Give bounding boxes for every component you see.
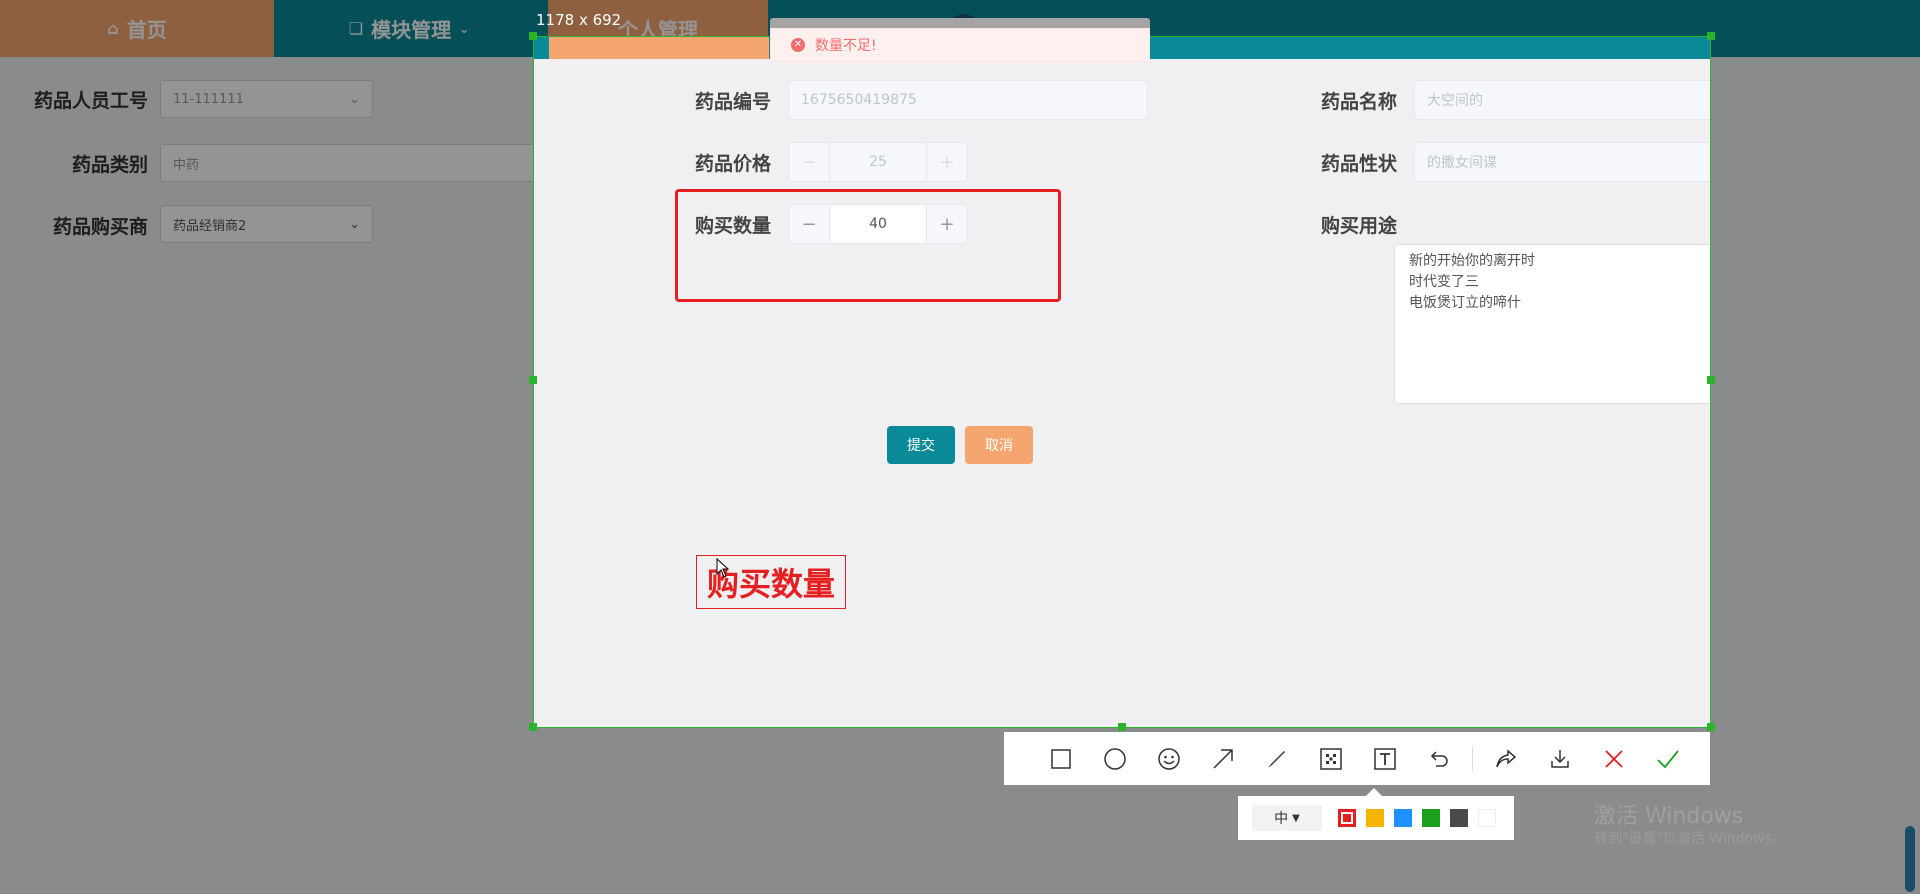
purpose-line: 时代变了三 — [1409, 274, 1479, 290]
price-stepper[interactable]: − 25 + — [788, 142, 968, 182]
close-icon[interactable] — [1587, 732, 1641, 785]
cancel-button[interactable]: 取消 — [965, 426, 1033, 464]
caret-down-icon: ▼ — [1292, 812, 1300, 824]
resize-handle[interactable] — [1707, 32, 1715, 40]
mosaic-icon[interactable] — [1304, 732, 1358, 785]
rectangle-icon[interactable] — [1034, 732, 1088, 785]
confirm-icon[interactable] — [1641, 732, 1695, 785]
code-label: 药品编号 — [695, 91, 772, 113]
color-swatch-white[interactable] — [1478, 809, 1496, 827]
text-style-bar: 中 ▼ — [1238, 788, 1514, 840]
color-swatch-green[interactable] — [1422, 809, 1440, 827]
scroll-indicator — [1905, 826, 1915, 892]
error-message-text: 数量不足! — [815, 38, 877, 54]
purpose-line: 新的开始你的离开时 — [1409, 253, 1535, 269]
name-label: 药品名称 — [1321, 91, 1398, 113]
resize-handle[interactable] — [529, 723, 537, 731]
resize-handle[interactable] — [529, 32, 537, 40]
ellipse-icon[interactable] — [1088, 732, 1142, 785]
resize-handle[interactable] — [529, 376, 537, 384]
mouse-cursor-icon — [716, 558, 730, 578]
purpose-label: 购买用途 — [1321, 215, 1398, 237]
nature-input[interactable]: 的撒女间谍 — [1414, 142, 1710, 182]
pen-icon[interactable] — [1250, 732, 1304, 785]
color-swatch-blue[interactable] — [1394, 809, 1412, 827]
emoji-icon[interactable] — [1142, 732, 1196, 785]
plus-icon[interactable]: + — [927, 143, 967, 181]
resize-handle[interactable] — [1707, 376, 1715, 384]
capture-size-label: 1178 x 692 — [536, 11, 622, 29]
share-icon[interactable] — [1479, 732, 1533, 785]
toolbar-divider — [1472, 746, 1473, 771]
error-icon: ✕ — [791, 38, 805, 52]
nature-value: 的撒女间谍 — [1427, 155, 1497, 171]
text-icon[interactable] — [1358, 732, 1412, 785]
code-input[interactable]: 1675650419875 — [788, 80, 1148, 120]
annotation-rectangle[interactable] — [675, 189, 1061, 302]
font-size-select[interactable]: 中 ▼ — [1252, 805, 1322, 831]
activation-watermark-sub: 转到"设置"以激活 Windows。 — [1594, 831, 1786, 847]
submit-button[interactable]: 提交 — [887, 426, 955, 464]
color-swatch-red[interactable] — [1338, 809, 1356, 827]
download-icon[interactable] — [1533, 732, 1587, 785]
name-value: 大空间的 — [1427, 93, 1483, 109]
activation-watermark: 激活 Windows — [1594, 804, 1744, 829]
arrow-icon[interactable] — [1196, 732, 1250, 785]
error-message: ✕ 数量不足! — [770, 28, 1150, 62]
minus-icon[interactable]: − — [789, 143, 829, 181]
nature-label: 药品性状 — [1321, 153, 1398, 175]
name-input[interactable]: 大空间的 — [1414, 80, 1710, 120]
purpose-line: 电饭煲订立的啼什 — [1409, 295, 1521, 311]
color-swatch-gray[interactable] — [1450, 809, 1468, 827]
purpose-textarea[interactable]: 新的开始你的离开时 时代变了三 电饭煲订立的啼什 — [1394, 244, 1710, 404]
capture-top-tab — [549, 37, 769, 59]
font-size-value: 中 — [1274, 811, 1289, 827]
price-label: 药品价格 — [695, 153, 772, 175]
resize-handle[interactable] — [1118, 723, 1126, 731]
screenshot-toolbar — [1004, 732, 1710, 785]
resize-handle[interactable] — [1707, 723, 1715, 731]
code-value: 1675650419875 — [801, 92, 917, 108]
capture-region[interactable]: 药品编号 1675650419875 药品名称 大空间的 药品价格 − 25 +… — [533, 36, 1711, 728]
color-swatch-yellow[interactable] — [1366, 809, 1384, 827]
undo-icon[interactable] — [1412, 732, 1466, 785]
price-value: 25 — [829, 143, 927, 181]
